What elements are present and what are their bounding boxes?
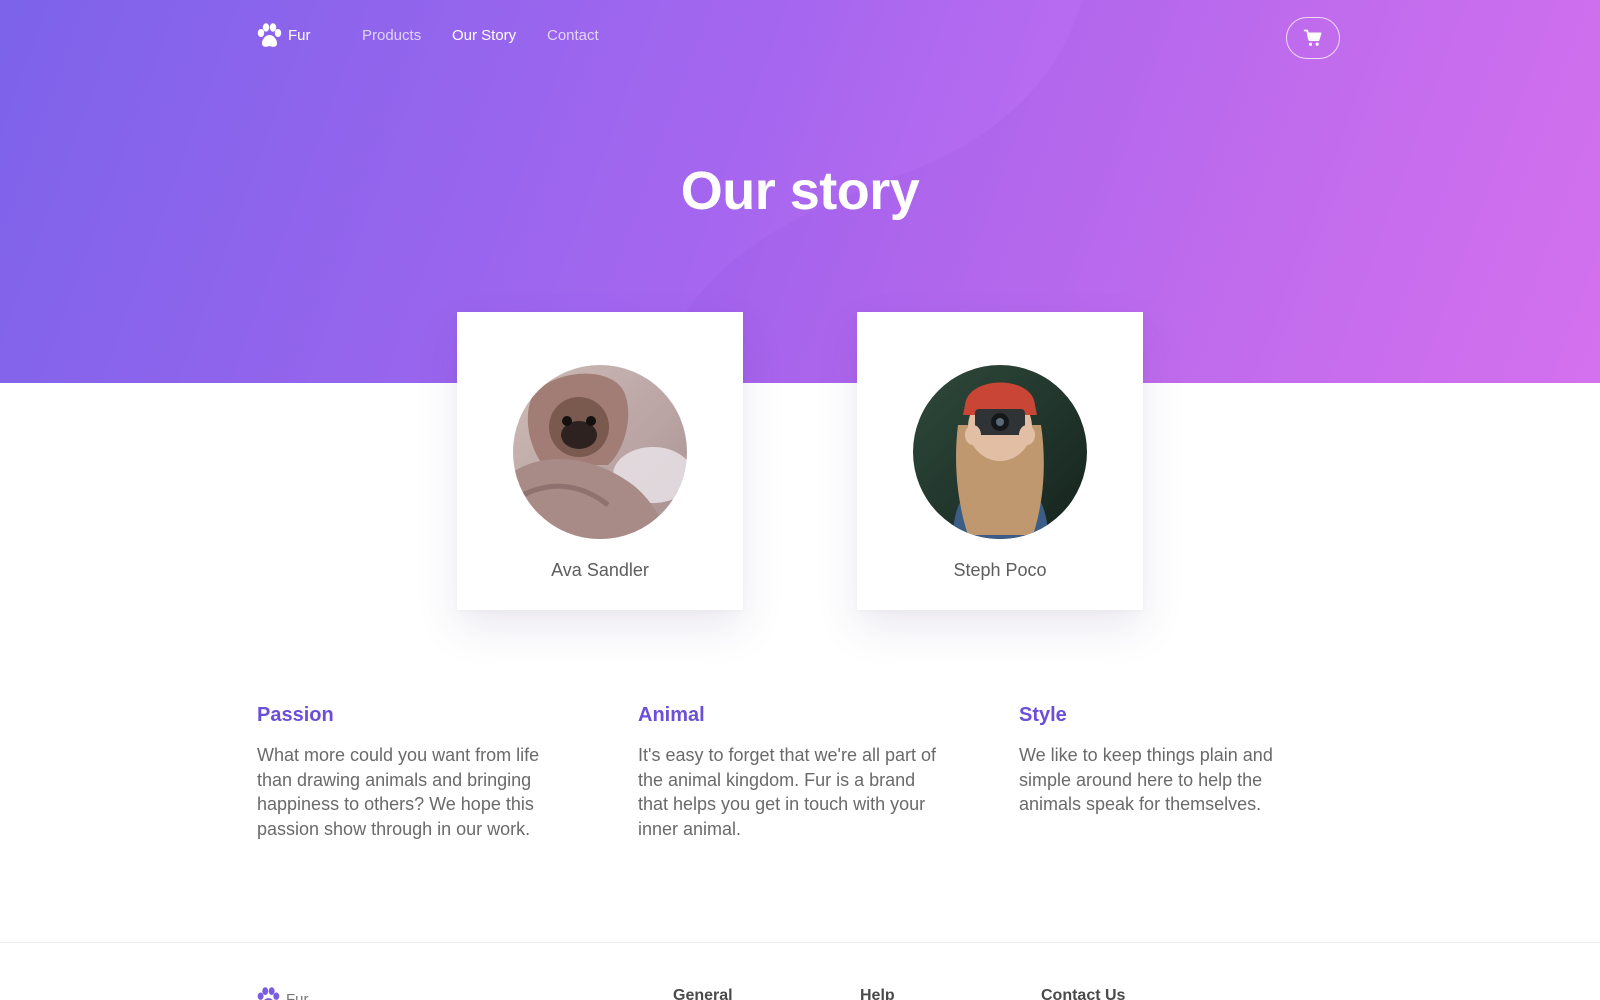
cart-button[interactable] [1286, 17, 1340, 59]
hero-banner: Fur Products Our Story Contact Our story [0, 0, 1600, 383]
team-card-ava: Ava Sandler [457, 312, 743, 610]
brand-name: Fur [288, 26, 311, 44]
brand-logo[interactable]: Fur [256, 20, 311, 52]
feature-text: What more could you want from life than … [257, 745, 540, 839]
avatar-photo [513, 365, 687, 539]
feature-style: Style We like to keep things plain and s… [1019, 704, 1329, 817]
page-title: Our story [680, 161, 920, 221]
feature-animal: Animal It's easy to forget that we're al… [638, 704, 948, 841]
footer-heading-general: General [673, 987, 733, 1000]
team-member-name: Ava Sandler [551, 560, 649, 580]
paw-icon [257, 987, 280, 1000]
team-member-name: Steph Poco [953, 560, 1047, 580]
site-footer: Fur General Help Contact Us [0, 942, 1600, 1000]
feature-text: It's easy to forget that we're all part … [638, 745, 937, 839]
feature-passion: Passion What more could you want from li… [257, 704, 567, 841]
feature-title: Passion [257, 704, 334, 726]
cart-icon [1303, 29, 1322, 46]
footer-heading-contact-us: Contact Us [1041, 987, 1126, 1000]
nav-link-contact[interactable]: Contact [547, 27, 599, 44]
team-card-steph: Steph Poco [857, 312, 1143, 610]
avatar-photo [913, 365, 1087, 539]
feature-title: Style [1019, 704, 1067, 726]
footer-brand-logo[interactable]: Fur [256, 986, 309, 1000]
nav-link-our-story[interactable]: Our Story [452, 27, 516, 44]
paw-icon [257, 23, 282, 47]
nav-link-products[interactable]: Products [362, 27, 421, 44]
feature-title: Animal [638, 704, 705, 726]
footer-brand-name: Fur [286, 990, 309, 1000]
feature-text: We like to keep things plain and simple … [1019, 745, 1273, 814]
footer-heading-help: Help [860, 987, 895, 1000]
